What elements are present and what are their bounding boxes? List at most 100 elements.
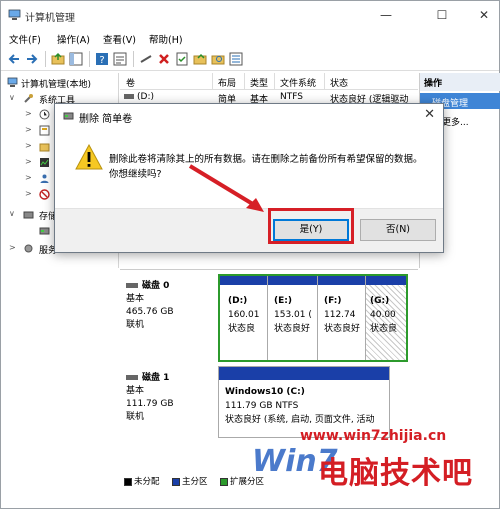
partition-label: (E:)	[274, 296, 292, 306]
filesystem-cell: NTFS	[280, 92, 303, 102]
dialog-app-icon	[63, 112, 74, 120]
partition-c[interactable]: Windows10 (C:) 111.79 GB NTFS 状态良好 (系统, …	[219, 367, 389, 437]
column-header-status[interactable]: 状态	[330, 76, 348, 89]
partition-e[interactable]: (E:) 153.01 ( 状态良好	[268, 276, 318, 360]
partition-cap	[219, 367, 389, 380]
partition-label: (G:)	[370, 296, 390, 306]
partition-size: 112.74	[324, 310, 356, 320]
partition-status: 状态良	[228, 324, 256, 334]
list-view-icon[interactable]	[229, 52, 243, 66]
partition-d[interactable]: (D:) 160.01 状态良	[220, 276, 268, 360]
volume-cell: (D:)	[124, 92, 154, 102]
properties-icon[interactable]	[113, 52, 127, 66]
disk-title: 磁盘 0	[142, 281, 170, 291]
title-bar: 计算机管理 — ☐ ✕	[1, 1, 499, 29]
toolbar: ?	[1, 47, 499, 71]
column-divider[interactable]	[274, 73, 275, 90]
chevron-right-icon[interactable]: >	[9, 243, 16, 252]
column-header-filesystem[interactable]: 文件系统	[280, 76, 316, 89]
legend-label: 未分配	[134, 477, 160, 487]
disk-kind: 基本	[126, 294, 145, 304]
disk-0-partitions: (D:) 160.01 状态良 (E:) 153.01 ( 状态良好 (F:) …	[218, 274, 408, 362]
no-button[interactable]: 否(N)	[360, 219, 436, 241]
partition-status: 状态良	[370, 324, 398, 334]
tree-item-root[interactable]: 计算机管理(本地)	[1, 75, 119, 91]
computer-icon	[7, 77, 18, 87]
svg-text:?: ?	[99, 55, 104, 66]
menu-bar: 文件(F) 操作(A) 查看(V) 帮助(H)	[1, 29, 499, 47]
column-divider[interactable]	[324, 73, 325, 90]
forward-arrow-icon[interactable]	[25, 52, 39, 66]
disk-size: 465.76 GB	[126, 307, 174, 317]
maximize-button[interactable]: ☐	[427, 5, 457, 25]
legend-unallocated: 未分配	[124, 475, 160, 487]
menu-file[interactable]: 文件(F)	[9, 32, 41, 46]
disk-1-info[interactable]: 磁盘 1 基本 111.79 GB 联机	[126, 372, 216, 424]
toolbar-separator	[89, 51, 90, 67]
column-header-volume[interactable]: 卷	[126, 76, 135, 89]
chevron-down-icon[interactable]: ∨	[9, 93, 15, 102]
back-arrow-icon[interactable]	[7, 52, 21, 66]
chevron-down-icon[interactable]: ∨	[9, 209, 15, 218]
menu-help[interactable]: 帮助(H)	[149, 32, 183, 46]
disk-icon	[126, 283, 138, 288]
window-title: 计算机管理	[25, 13, 75, 24]
up-folder-icon[interactable]	[51, 52, 65, 66]
volume-name: (D:)	[137, 92, 154, 102]
partition-size: 153.01 (	[274, 310, 312, 320]
column-header-type[interactable]: 类型	[250, 76, 268, 89]
delete-icon[interactable]	[157, 52, 171, 66]
legend-label: 主分区	[182, 477, 208, 487]
disk-management-icon	[39, 227, 50, 235]
menu-action[interactable]: 操作(A)	[57, 32, 90, 46]
menu-view[interactable]: 查看(V)	[103, 32, 136, 46]
disk-icon	[126, 375, 138, 380]
disk-state: 联机	[126, 320, 145, 330]
help-icon[interactable]: ?	[95, 52, 109, 66]
performance-icon	[40, 158, 49, 167]
tree-item-label: 计算机管理(本地)	[21, 80, 92, 90]
toolbar-separator	[133, 51, 134, 67]
close-icon[interactable]: ✕	[424, 107, 435, 122]
chevron-right-icon[interactable]: >	[25, 173, 32, 182]
services-icon	[24, 244, 33, 253]
disk-0-info[interactable]: 磁盘 0 基本 465.76 GB 联机	[126, 280, 216, 332]
partition-size: 40.00	[370, 310, 396, 320]
disk-title-row: 磁盘 0	[126, 280, 216, 293]
legend-swatch	[172, 477, 180, 486]
watermark-url: www.win7zhijia.cn	[300, 428, 447, 444]
chevron-right-icon[interactable]: >	[25, 189, 32, 198]
minimize-button[interactable]: —	[371, 5, 401, 25]
close-window-button[interactable]: ✕	[469, 5, 499, 25]
actions-header: 操作	[420, 73, 500, 91]
shared-folder-icon	[39, 143, 50, 152]
device-manager-icon	[39, 189, 50, 200]
disk-kind: 基本	[126, 386, 145, 396]
partition-size: 111.79 GB NTFS	[225, 401, 299, 411]
partition-label: (F:)	[324, 296, 342, 306]
partition-cap	[318, 276, 365, 285]
column-divider[interactable]	[212, 73, 213, 90]
legend-primary: 主分区	[172, 475, 208, 487]
column-header-layout[interactable]: 布局	[218, 76, 236, 89]
chevron-right-icon[interactable]: >	[25, 109, 32, 118]
connect-icon[interactable]	[139, 52, 153, 66]
open-folder-icon[interactable]	[193, 52, 207, 66]
warning-icon	[75, 144, 103, 170]
watermark-brand: 电脑技术吧	[318, 456, 473, 491]
checklist-icon[interactable]	[175, 52, 189, 66]
chevron-right-icon[interactable]: >	[25, 157, 32, 166]
partition-g[interactable]: (G:) 40.00 状态良	[366, 276, 406, 360]
legend-swatch	[220, 477, 228, 486]
event-viewer-icon	[39, 125, 50, 136]
partition-f[interactable]: (F:) 112.74 状态良好	[318, 276, 366, 360]
disk-size: 111.79 GB	[126, 399, 174, 409]
chevron-right-icon[interactable]: >	[25, 125, 32, 134]
legend-swatch	[124, 477, 132, 486]
chevron-right-icon[interactable]: >	[25, 141, 32, 150]
show-hide-tree-icon[interactable]	[69, 52, 83, 66]
search-folder-icon[interactable]	[211, 52, 225, 66]
disk-title-row: 磁盘 1	[126, 372, 216, 385]
column-divider[interactable]	[244, 73, 245, 90]
storage-icon	[23, 211, 34, 219]
